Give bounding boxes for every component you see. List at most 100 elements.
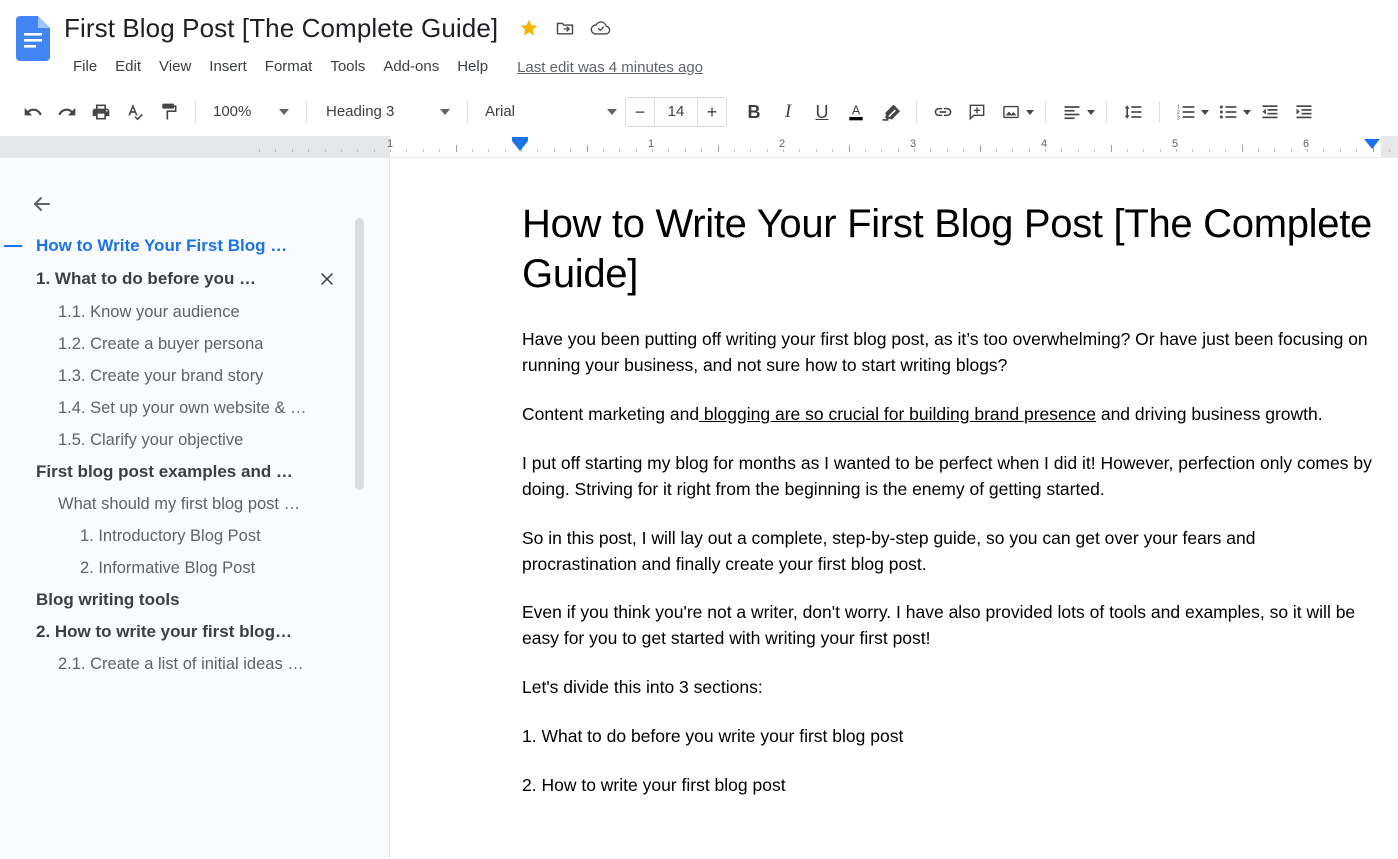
- ruler-tick: [767, 149, 768, 152]
- add-comment-icon[interactable]: [960, 95, 994, 129]
- redo-icon[interactable]: [50, 95, 84, 129]
- menu-item-view[interactable]: View: [150, 54, 200, 80]
- align-split-button[interactable]: [1055, 95, 1097, 129]
- menu-item-edit[interactable]: Edit: [106, 54, 150, 80]
- collapse-minus-icon[interactable]: [4, 245, 22, 247]
- italic-button[interactable]: I: [771, 95, 805, 129]
- undo-icon[interactable]: [16, 95, 50, 129]
- outline-item[interactable]: 1.5. Clarify your objective: [0, 424, 389, 456]
- menu-item-insert[interactable]: Insert: [200, 54, 256, 80]
- ruler-margin-right: [1381, 136, 1398, 157]
- outline-item[interactable]: 1. Introductory Blog Post: [0, 520, 389, 552]
- document-page[interactable]: How to Write Your First Blog Post [The C…: [390, 158, 1398, 799]
- text-color-button[interactable]: A: [839, 95, 873, 129]
- outline-item[interactable]: 1. What to do before you …: [0, 262, 389, 296]
- outline-item[interactable]: 1.4. Set up your own website & …: [0, 392, 389, 424]
- move-to-folder-icon[interactable]: [554, 17, 576, 39]
- menu-item-file[interactable]: File: [64, 54, 106, 80]
- outline-item[interactable]: Blog writing tools: [0, 584, 389, 616]
- outline-item[interactable]: 2. How to write your first blog…: [0, 616, 389, 648]
- back-arrow-icon[interactable]: [22, 184, 62, 224]
- ruler-tick: [832, 149, 833, 152]
- ruler-number: 2: [778, 138, 786, 150]
- paint-format-icon[interactable]: [152, 95, 186, 129]
- outline-item[interactable]: How to Write Your First Blog …: [0, 230, 389, 262]
- document-paragraph[interactable]: I put off starting my blog for months as…: [522, 451, 1372, 503]
- toolbar-separator: [195, 101, 196, 123]
- document-paragraph[interactable]: So in this post, I will lay out a comple…: [522, 526, 1372, 578]
- ruler-tick: [898, 149, 899, 152]
- ruler-tick: [1029, 149, 1030, 152]
- document-canvas[interactable]: How to Write Your First Blog Post [The C…: [390, 158, 1398, 858]
- align-left-icon[interactable]: [1055, 95, 1089, 129]
- last-edit-status[interactable]: Last edit was 4 minutes ago: [517, 59, 703, 76]
- document-paragraph[interactable]: 2. How to write your first blog post: [522, 773, 1372, 799]
- outline-item[interactable]: What should my first blog post …: [0, 488, 389, 520]
- ruler-tick: [374, 149, 375, 152]
- ruler-tick: [1192, 149, 1193, 152]
- document-paragraph[interactable]: 1. What to do before you write your firs…: [522, 724, 1372, 750]
- insert-link-icon[interactable]: [926, 95, 960, 129]
- ruler-tick: [1143, 149, 1144, 152]
- ruler-tick: [1291, 149, 1292, 152]
- zoom-dropdown[interactable]: 100%: [205, 96, 297, 128]
- line-spacing-icon[interactable]: [1116, 95, 1150, 129]
- font-size-increase-button[interactable]: +: [698, 98, 726, 126]
- ruler-margin-left: [0, 136, 390, 157]
- print-icon[interactable]: [84, 95, 118, 129]
- bulleted-list-icon[interactable]: [1211, 95, 1245, 129]
- first-line-indent-marker[interactable]: [512, 141, 528, 151]
- ruler[interactable]: 1 1 2 3 4 5 6: [0, 136, 1398, 158]
- ruler-tick: [439, 149, 440, 152]
- close-icon[interactable]: [315, 267, 339, 291]
- google-docs-icon[interactable]: [16, 16, 50, 61]
- document-paragraph[interactable]: Even if you think you're not a writer, d…: [522, 600, 1372, 652]
- document-paragraph[interactable]: Content marketing and blogging are so cr…: [522, 402, 1372, 428]
- insert-image-split-button[interactable]: [994, 95, 1036, 129]
- document-body[interactable]: Have you been putting off writing your f…: [522, 327, 1372, 799]
- decrease-indent-icon[interactable]: [1253, 95, 1287, 129]
- inline-link[interactable]: blogging are so crucial for building bra…: [699, 404, 1096, 424]
- outline-scrollbar[interactable]: [355, 218, 364, 490]
- ruler-tick: [587, 145, 588, 152]
- highlight-color-icon[interactable]: [873, 95, 907, 129]
- numbered-list-icon[interactable]: 123: [1169, 95, 1203, 129]
- right-indent-marker[interactable]: [1364, 139, 1380, 149]
- paragraph-style-dropdown[interactable]: Heading 3: [318, 96, 458, 128]
- outline-item[interactable]: 2. Informative Blog Post: [0, 552, 389, 584]
- font-family-dropdown[interactable]: Arial: [477, 96, 625, 128]
- menu-item-help[interactable]: Help: [448, 54, 497, 80]
- font-size-decrease-button[interactable]: −: [626, 98, 654, 126]
- menu-item-format[interactable]: Format: [256, 54, 322, 80]
- spellcheck-icon[interactable]: [118, 95, 152, 129]
- outline-item-label: Blog writing tools: [36, 590, 180, 609]
- document-paragraph[interactable]: Have you been putting off writing your f…: [522, 327, 1372, 379]
- outline-item[interactable]: First blog post examples and …: [0, 456, 389, 488]
- outline-item[interactable]: 1.1. Know your audience: [0, 296, 389, 328]
- document-paragraph[interactable]: Let's divide this into 3 sections:: [522, 675, 1372, 701]
- ruler-tick: [406, 149, 407, 152]
- toolbar-separator: [1045, 101, 1046, 123]
- ruler-number: 5: [1171, 138, 1179, 150]
- insert-image-icon[interactable]: [994, 95, 1028, 129]
- underline-button[interactable]: U: [805, 95, 839, 129]
- menu-item-add-ons[interactable]: Add-ons: [374, 54, 448, 80]
- increase-indent-icon[interactable]: [1287, 95, 1321, 129]
- ruler-tick: [1111, 145, 1112, 152]
- outline-item[interactable]: 1.3. Create your brand story: [0, 360, 389, 392]
- toolbar-separator: [1159, 101, 1160, 123]
- ruler-tick: [275, 149, 276, 152]
- menu-item-tools[interactable]: Tools: [321, 54, 374, 80]
- svg-text:3: 3: [1177, 116, 1180, 122]
- ruler-tick: [259, 149, 260, 152]
- star-icon[interactable]: [518, 17, 540, 39]
- outline-item[interactable]: 1.2. Create a buyer persona: [0, 328, 389, 360]
- document-title[interactable]: First Blog Post [The Complete Guide]: [62, 12, 500, 44]
- bold-button[interactable]: B: [737, 95, 771, 129]
- outline-item[interactable]: 2.1. Create a list of initial ideas …: [0, 648, 389, 680]
- numbered-list-split-button[interactable]: 123: [1169, 95, 1211, 129]
- font-size-input[interactable]: 14: [654, 98, 698, 126]
- bulleted-list-split-button[interactable]: [1211, 95, 1253, 129]
- cloud-check-icon[interactable]: [590, 17, 612, 39]
- ruler-tick: [1061, 149, 1062, 152]
